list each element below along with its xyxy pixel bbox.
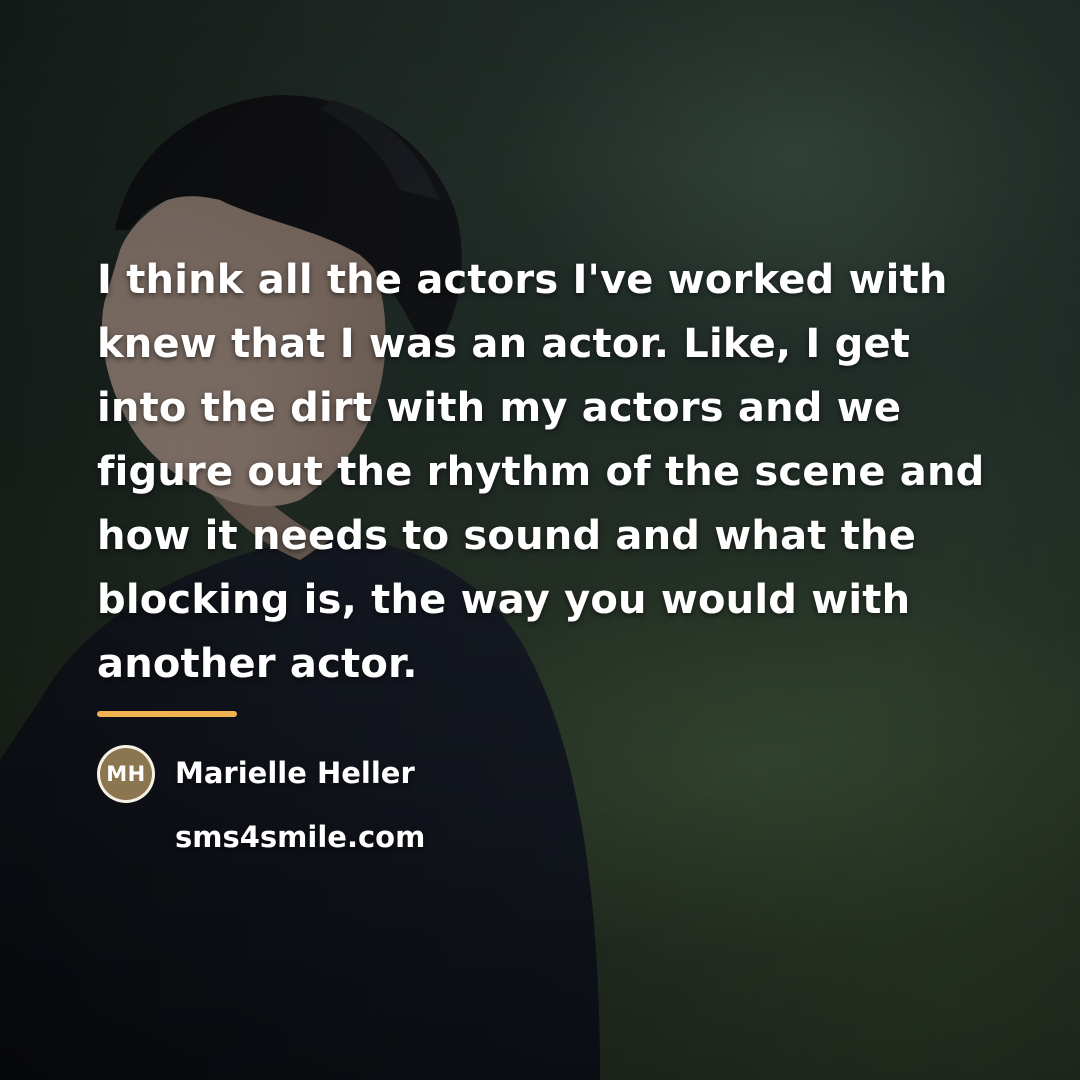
author-avatar: MH [97, 745, 155, 803]
site-url: sms4smile.com [175, 820, 426, 854]
author-initials: MH [100, 748, 152, 800]
accent-divider [97, 711, 237, 717]
author-name: Marielle Heller [175, 756, 415, 790]
quote-text: I think all the actors I've worked with … [97, 257, 985, 687]
